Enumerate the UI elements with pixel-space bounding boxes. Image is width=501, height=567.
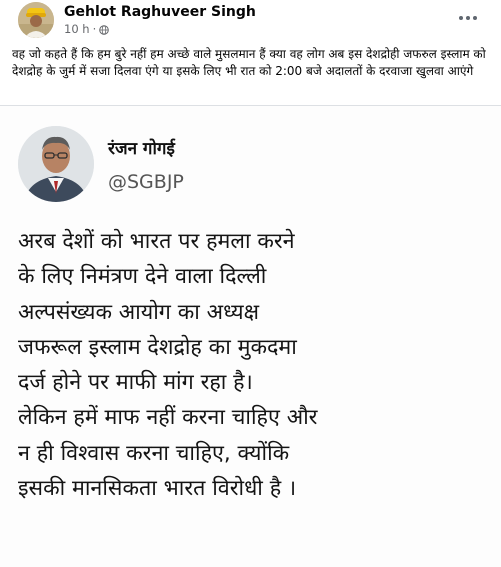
post-meta: 10 h · (64, 22, 110, 36)
tweet-author-handle: @SGBJP (108, 171, 184, 193)
tweet-line: लेकिन हमें माफ नहीं करना चाहिए और (18, 405, 318, 431)
tweet-line: अल्पसंख्यक आयोग का अध्यक्ष (18, 299, 260, 325)
author-name[interactable]: Gehlot Raghuveer Singh (64, 4, 256, 20)
post-header: Gehlot Raghuveer Singh 10 h · (0, 0, 501, 40)
tweet-line: के लिए निमंत्रण देने वाला दिल्ली (18, 264, 267, 290)
tweet-line: न ही विश्वास करना चाहिए, क्योंकि (18, 440, 290, 466)
tweet-screenshot[interactable]: रंजन गोगई @SGBJP अरब देशों को भारत पर हम… (0, 105, 501, 567)
meta-separator: · (92, 22, 97, 36)
post-timestamp[interactable]: 10 h (64, 22, 90, 36)
tweet-line: दर्ज होने पर माफी मांग रहा है। (18, 370, 253, 396)
tweet-author-name: रंजन गोगई (108, 139, 175, 159)
tweet-avatar (18, 126, 94, 202)
post-caption: वह जो कहते हैं कि हम बुरे नहीं हम अच्छे … (12, 47, 486, 78)
more-options-icon[interactable] (456, 8, 480, 28)
tweet-line: इसकी मानसिकता भारत विरोधी है । (18, 476, 297, 502)
tweet-line: जफरूल इस्लाम देशद्रोह का मुकदमा (18, 334, 297, 360)
author-avatar[interactable] (18, 2, 54, 38)
tweet-line: अरब देशों को भारत पर हमला करने (18, 229, 295, 254)
tweet-body: अरब देशों को भारत पर हमला करने के लिए नि… (18, 224, 494, 506)
globe-icon (99, 24, 110, 35)
